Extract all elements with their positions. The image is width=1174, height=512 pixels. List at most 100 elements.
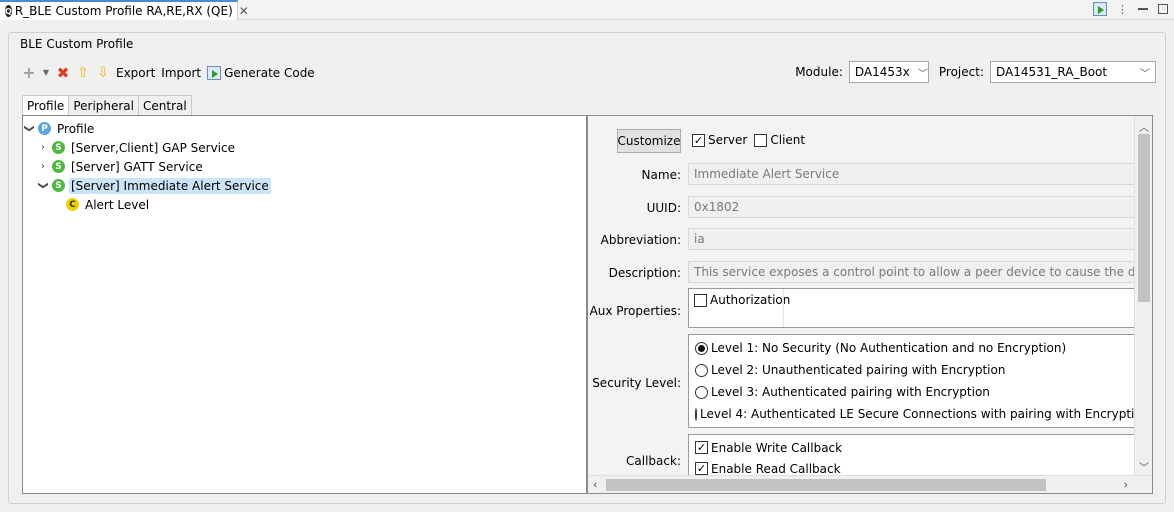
module-project-selectors: Module: DA1453x ﹀ Project: DA14531_RA_Bo…: [795, 61, 1156, 83]
tree-node-profile[interactable]: ❯ P Profile: [23, 119, 586, 138]
description-label: Description:: [608, 266, 681, 280]
scroll-left-icon[interactable]: ‹: [593, 478, 597, 491]
profile-badge-icon: P: [38, 122, 51, 135]
write-callback-checkbox[interactable]: ✓: [695, 441, 708, 454]
characteristic-badge-icon: C: [66, 198, 79, 211]
editor-tab-title: R_BLE Custom Profile RA,RE,RX (QE): [14, 4, 233, 18]
project-select[interactable]: DA14531_RA_Boot ﹀: [990, 61, 1156, 83]
tree-node-label: Alert Level: [85, 197, 150, 212]
editor-tab-strip: Q R_BLE Custom Profile RA,RE,RX (QE) ✕ ⋮: [0, 0, 1174, 20]
service-badge-icon: S: [52, 160, 65, 173]
callback-label: Callback:: [626, 454, 681, 468]
run-icon[interactable]: [1093, 2, 1107, 16]
chevron-down-icon: ﹀: [917, 68, 928, 80]
project-value: DA14531_RA_Boot: [996, 65, 1108, 79]
security-level-2-option[interactable]: Level 2: Unauthenticated pairing with En…: [689, 359, 1147, 381]
group-title: BLE Custom Profile: [18, 37, 136, 51]
aux-properties-box: Authorization: [688, 288, 1148, 328]
description-field[interactable]: This service exposes a control point to …: [688, 261, 1148, 283]
qe-app-icon: Q: [5, 5, 12, 17]
radio[interactable]: [695, 407, 697, 421]
tab-profile[interactable]: Profile: [22, 95, 70, 116]
write-callback-row: ✓ Enable Write Callback: [689, 437, 1147, 458]
security-level-4-option[interactable]: Level 4: Authenticated LE Secure Connect…: [689, 403, 1150, 425]
security-level-1-label: Level 1: No Security (No Authentication …: [711, 341, 1067, 355]
name-field[interactable]: Immediate Alert Service: [688, 163, 1148, 185]
security-level-2-label: Level 2: Unauthenticated pairing with En…: [711, 363, 1006, 377]
client-label: Client: [770, 133, 806, 147]
abbreviation-field[interactable]: ia: [688, 228, 1148, 250]
uuid-label: UUID:: [646, 201, 681, 215]
server-label: Server: [708, 133, 748, 147]
horizontal-scroll-thumb[interactable]: [606, 479, 1046, 491]
authorization-row: Authorization: [694, 293, 790, 307]
security-level-3-option[interactable]: Level 3: Authenticated pairing with Encr…: [689, 381, 1147, 403]
move-up-icon[interactable]: ⇧: [76, 66, 90, 80]
close-icon[interactable]: ✕: [239, 4, 249, 18]
uuid-field[interactable]: 0x1802: [688, 196, 1148, 218]
aux-properties-label: Aux Properties:: [589, 304, 681, 318]
tree-node-label: [Server,Client] GAP Service: [71, 140, 235, 155]
module-label: Module:: [795, 65, 843, 79]
expanded-icon[interactable]: ❯: [38, 180, 49, 192]
move-down-icon[interactable]: ⇩: [96, 66, 110, 80]
service-badge-icon: S: [52, 179, 65, 192]
security-level-label: Security Level:: [592, 376, 681, 390]
minimize-icon[interactable]: [1138, 8, 1148, 10]
window-controls: ⋮: [1093, 2, 1168, 16]
horizontal-scrollbar[interactable]: ‹ ›: [588, 475, 1152, 493]
tree-node-alert-level[interactable]: C Alert Level: [23, 195, 586, 214]
authorization-checkbox[interactable]: [694, 293, 707, 307]
vertical-scrollbar[interactable]: ︿ ﹀: [1134, 116, 1152, 477]
import-button[interactable]: Import: [161, 66, 201, 80]
project-label: Project:: [938, 65, 984, 79]
collapsed-icon[interactable]: ›: [37, 161, 49, 172]
service-details-panel: Customize ✓ Server Client Name: Immediat…: [587, 115, 1153, 494]
module-value: DA1453x: [854, 65, 910, 79]
expanded-icon[interactable]: ❯: [24, 123, 35, 135]
service-badge-icon: S: [52, 141, 65, 154]
tab-central[interactable]: Central: [138, 95, 192, 115]
read-callback-checkbox[interactable]: ✓: [695, 462, 708, 475]
module-select[interactable]: DA1453x ﹀: [848, 61, 929, 83]
add-icon[interactable]: +: [22, 65, 36, 81]
security-level-3-label: Level 3: Authenticated pairing with Encr…: [711, 385, 990, 399]
tree-node-immediate-alert-service[interactable]: ❯ S [Server] Immediate Alert Service: [23, 176, 586, 195]
client-checkbox[interactable]: [754, 133, 768, 147]
editor-tab[interactable]: Q R_BLE Custom Profile RA,RE,RX (QE) ✕: [0, 0, 249, 20]
maximize-icon[interactable]: [1158, 4, 1168, 14]
tab-peripheral[interactable]: Peripheral: [68, 95, 139, 115]
server-checkbox-row: ✓ Server Client: [692, 133, 805, 147]
scroll-up-icon[interactable]: ︿: [1139, 119, 1149, 134]
authorization-label: Authorization: [710, 293, 791, 307]
security-level-1-option[interactable]: Level 1: No Security (No Authentication …: [689, 337, 1147, 359]
toolbar: + ▼ ✖ ⇧ ⇩ Export Import Generate Code: [22, 63, 315, 83]
chevron-down-icon: ﹀: [1140, 68, 1150, 80]
security-level-box: Level 1: No Security (No Authentication …: [688, 334, 1150, 428]
delete-icon[interactable]: ✖: [56, 65, 70, 80]
customize-button[interactable]: Customize: [617, 129, 681, 153]
scroll-down-icon[interactable]: ﹀: [1139, 459, 1149, 474]
tree-node-gap-service[interactable]: › S [Server,Client] GAP Service: [23, 138, 586, 157]
radio[interactable]: [695, 385, 708, 399]
view-menu-icon[interactable]: ⋮: [1117, 3, 1128, 16]
tree-node-label: [Server] GATT Service: [71, 159, 203, 174]
export-button[interactable]: Export: [116, 66, 155, 80]
vertical-scroll-thumb[interactable]: [1138, 134, 1150, 302]
aux-divider: [783, 289, 784, 327]
generate-code-icon: [207, 66, 222, 80]
radio-selected[interactable]: [695, 341, 708, 355]
scroll-right-icon[interactable]: ›: [1124, 478, 1128, 491]
security-level-4-label: Level 4: Authenticated LE Secure Connect…: [700, 407, 1150, 421]
profile-tabs: Profile Peripheral Central: [22, 95, 192, 116]
name-label: Name:: [641, 168, 681, 182]
server-checkbox[interactable]: ✓: [692, 133, 705, 147]
tree-node-label: Profile: [57, 121, 95, 136]
generate-code-button[interactable]: Generate Code: [207, 66, 315, 80]
chevron-down-icon[interactable]: ▼: [42, 66, 50, 80]
radio[interactable]: [695, 363, 708, 377]
tree-node-gatt-service[interactable]: › S [Server] GATT Service: [23, 157, 586, 176]
collapsed-icon[interactable]: ›: [37, 142, 49, 153]
tree-node-label: [Server] Immediate Alert Service: [69, 177, 271, 194]
abbreviation-label: Abbreviation:: [600, 233, 681, 247]
